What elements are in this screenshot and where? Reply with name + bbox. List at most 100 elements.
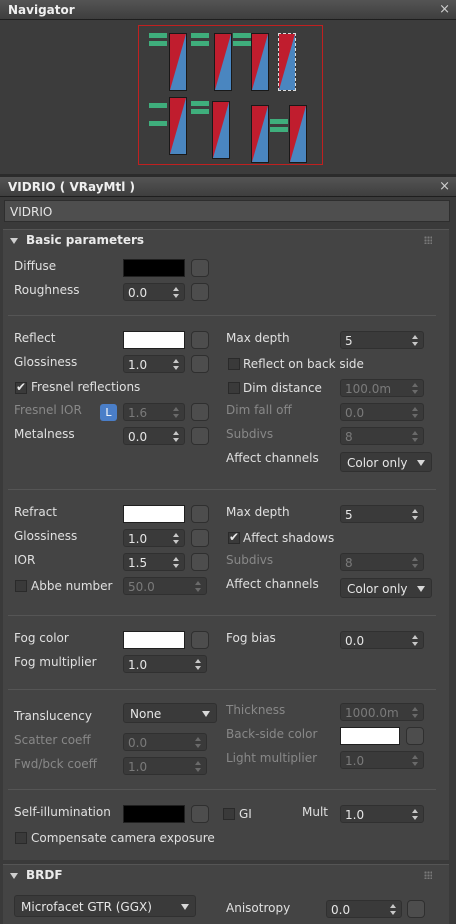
ior-spinner[interactable]: 1.5 <box>123 553 185 571</box>
refr-max-depth-value: 5 <box>345 508 353 522</box>
spinner-arrows-icon[interactable] <box>195 659 201 670</box>
material-node-thumbnail-icon[interactable] <box>169 97 187 155</box>
roughness-map-button[interactable] <box>191 283 209 301</box>
fog-bias-label: Fog bias <box>226 631 276 645</box>
spinner-arrows-icon[interactable] <box>412 509 418 520</box>
material-close-icon[interactable]: × <box>439 177 450 197</box>
spinner-arrows-icon[interactable] <box>173 431 179 442</box>
basic-parameters-header[interactable]: Basic parameters <box>26 233 144 247</box>
material-node-thumbnail-icon[interactable] <box>251 105 269 163</box>
fresnel-checkbox[interactable] <box>15 380 27 394</box>
spinner-arrows-icon[interactable] <box>412 755 418 766</box>
reflect-color-swatch[interactable] <box>123 331 185 349</box>
refr-max-depth-spinner[interactable]: 5 <box>340 505 424 523</box>
anisotropy-map-button[interactable] <box>407 900 425 918</box>
light-mult-spinner[interactable]: 1.0 <box>340 751 424 769</box>
material-node-thumbnail-icon[interactable] <box>289 105 307 163</box>
spinner-arrows-icon[interactable] <box>390 904 396 915</box>
spinner-arrows-icon[interactable] <box>173 359 179 370</box>
fog-color-swatch[interactable] <box>123 631 185 649</box>
fog-color-map-button[interactable] <box>191 631 209 649</box>
diffuse-map-button[interactable] <box>191 259 209 277</box>
fresnel-ior-map-button[interactable] <box>191 403 209 421</box>
node-connector-icon <box>270 127 288 132</box>
refract-color-swatch[interactable] <box>123 505 185 523</box>
metalness-spinner[interactable]: 0.0 <box>123 427 185 445</box>
fresnel-ior-lock-button[interactable]: L <box>100 404 117 421</box>
grip-icon[interactable] <box>424 236 432 244</box>
material-name-field[interactable]: VIDRIO <box>4 200 450 222</box>
spinner-arrows-icon[interactable] <box>412 707 418 718</box>
refl-affect-dropdown[interactable]: Color only <box>340 452 432 472</box>
self-illum-map-button[interactable] <box>191 805 209 823</box>
spinner-arrows-icon[interactable] <box>412 383 418 394</box>
self-illum-color-swatch[interactable] <box>123 805 185 823</box>
light-mult-value: 1.0 <box>345 754 365 768</box>
glossiness-spinner[interactable]: 1.0 <box>123 355 185 373</box>
dim-distance-checkbox[interactable] <box>228 382 240 394</box>
backside-map-button[interactable] <box>406 727 424 745</box>
material-node-thumbnail-icon[interactable] <box>214 33 232 91</box>
thickness-spinner[interactable]: 1000.0m <box>340 703 424 721</box>
navigator-close-icon[interactable]: × <box>439 0 450 20</box>
affect-shadows-checkbox[interactable] <box>228 530 240 544</box>
gi-checkbox[interactable] <box>223 808 235 820</box>
abbe-checkbox[interactable] <box>15 580 27 592</box>
refr-affect-dropdown[interactable]: Color only <box>340 578 432 598</box>
material-node-thumbnail-icon[interactable] <box>169 33 187 91</box>
spinner-arrows-icon[interactable] <box>173 287 179 298</box>
dim-distance-label: Dim distance <box>243 381 322 395</box>
light-mult-label: Light multiplier <box>226 751 318 765</box>
refr-subdivs-spinner[interactable]: 8 <box>340 553 424 571</box>
compensate-checkbox[interactable] <box>15 832 27 844</box>
chevron-down-icon <box>181 904 189 910</box>
spinner-arrows-icon[interactable] <box>412 809 418 820</box>
dim-falloff-spinner[interactable]: 0.0 <box>340 403 424 421</box>
refract-map-button[interactable] <box>191 505 209 523</box>
backside-color-swatch[interactable] <box>340 727 400 745</box>
reflect-map-button[interactable] <box>191 331 209 349</box>
spinner-arrows-icon[interactable] <box>195 737 201 748</box>
spinner-arrows-icon[interactable] <box>173 407 179 418</box>
collapse-arrow-icon[interactable] <box>10 873 18 879</box>
dim-distance-spinner[interactable]: 100.0m <box>340 379 424 397</box>
spinner-arrows-icon[interactable] <box>412 557 418 568</box>
anisotropy-value: 0.0 <box>331 903 351 917</box>
brdf-type-dropdown[interactable]: Microfacet GTR (GGX) <box>14 895 196 917</box>
spinner-arrows-icon[interactable] <box>195 761 201 772</box>
node-connector-icon <box>149 41 167 46</box>
collapse-arrow-icon[interactable] <box>10 238 18 244</box>
spinner-arrows-icon[interactable] <box>412 431 418 442</box>
metalness-map-button[interactable] <box>191 427 209 445</box>
fog-bias-spinner[interactable]: 0.0 <box>340 631 424 649</box>
refl-subdivs-spinner[interactable]: 8 <box>340 427 424 445</box>
spinner-arrows-icon[interactable] <box>412 407 418 418</box>
glossiness-map-button[interactable] <box>191 355 209 373</box>
anisotropy-spinner[interactable]: 0.0 <box>326 900 402 918</box>
divider <box>8 489 436 490</box>
spinner-arrows-icon[interactable] <box>412 335 418 346</box>
material-node-thumbnail-icon[interactable] <box>278 33 296 91</box>
refl-max-depth-spinner[interactable]: 5 <box>340 331 424 349</box>
material-node-thumbnail-icon[interactable] <box>251 33 269 91</box>
diffuse-color-swatch[interactable] <box>123 259 185 277</box>
brdf-header[interactable]: BRDF <box>26 868 63 882</box>
fwdbck-spinner[interactable]: 1.0 <box>123 757 207 775</box>
grip-icon[interactable] <box>424 871 432 879</box>
abbe-spinner[interactable]: 50.0 <box>123 577 207 595</box>
reflect-back-checkbox[interactable] <box>228 358 240 370</box>
spinner-arrows-icon[interactable] <box>173 557 179 568</box>
refr-glossiness-map-button[interactable] <box>191 529 209 547</box>
spinner-arrows-icon[interactable] <box>195 581 201 592</box>
spinner-arrows-icon[interactable] <box>173 533 179 544</box>
fog-mult-spinner[interactable]: 1.0 <box>123 655 207 673</box>
spinner-arrows-icon[interactable] <box>412 635 418 646</box>
mult-spinner[interactable]: 1.0 <box>340 805 424 823</box>
ior-map-button[interactable] <box>191 553 209 571</box>
material-node-thumbnail-icon[interactable] <box>212 101 230 159</box>
scatter-spinner[interactable]: 0.0 <box>123 733 207 751</box>
translucency-dropdown[interactable]: None <box>123 703 217 723</box>
roughness-spinner[interactable]: 0.0 <box>123 283 185 301</box>
refr-glossiness-spinner[interactable]: 1.0 <box>123 529 185 547</box>
fresnel-ior-spinner[interactable]: 1.6 <box>123 403 185 421</box>
